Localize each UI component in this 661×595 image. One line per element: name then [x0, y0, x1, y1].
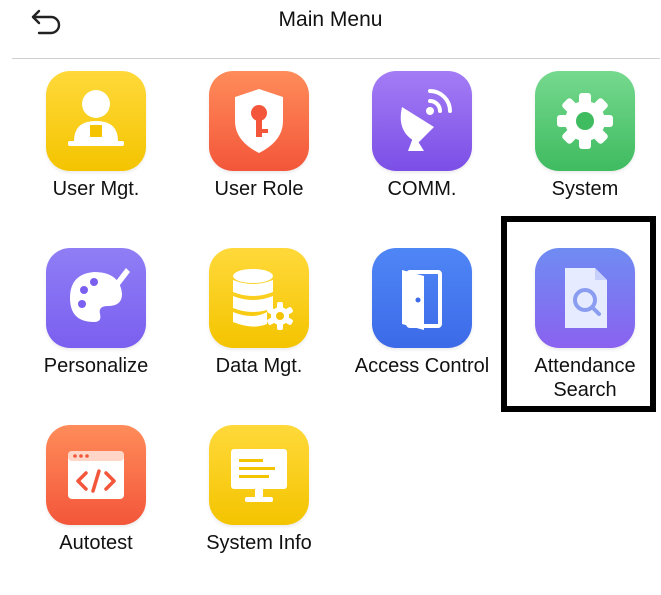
menu-item-personalize[interactable]: Personalize [11, 248, 181, 418]
monitor-icon [209, 425, 309, 525]
selection-highlight-frame [501, 216, 656, 412]
satellite-dish-icon [372, 71, 472, 171]
menu-item-label: Personalize [43, 355, 149, 377]
menu-item-label: System [551, 178, 619, 200]
menu-item-label: Autotest [59, 532, 133, 554]
page-title: Main Menu [278, 8, 383, 31]
header-bar: Main Menu [0, 0, 661, 58]
menu-item-data-mgt[interactable]: Data Mgt. [174, 248, 344, 418]
header-divider [12, 58, 660, 59]
door-icon [372, 248, 472, 348]
menu-item-comm[interactable]: COMM. [337, 71, 507, 241]
menu-item-label: Access Control [354, 355, 490, 377]
code-window-icon [46, 425, 146, 525]
palette-icon [46, 248, 146, 348]
menu-item-user-role[interactable]: User Role [174, 71, 344, 241]
shield-key-icon [209, 71, 309, 171]
database-gear-icon [209, 248, 309, 348]
menu-item-label: Data Mgt. [215, 355, 303, 377]
gear-icon [535, 71, 635, 171]
menu-item-label: User Mgt. [52, 178, 140, 200]
menu-item-autotest[interactable]: Autotest [11, 425, 181, 595]
menu-item-label: System Info [206, 532, 312, 554]
menu-item-system-info[interactable]: System Info [174, 425, 344, 595]
menu-item-user-mgt[interactable]: User Mgt. [11, 71, 181, 241]
menu-item-label: COMM. [387, 178, 457, 200]
menu-item-access-control[interactable]: Access Control [337, 248, 507, 418]
menu-item-label: User Role [214, 178, 304, 200]
user-icon [46, 71, 146, 171]
